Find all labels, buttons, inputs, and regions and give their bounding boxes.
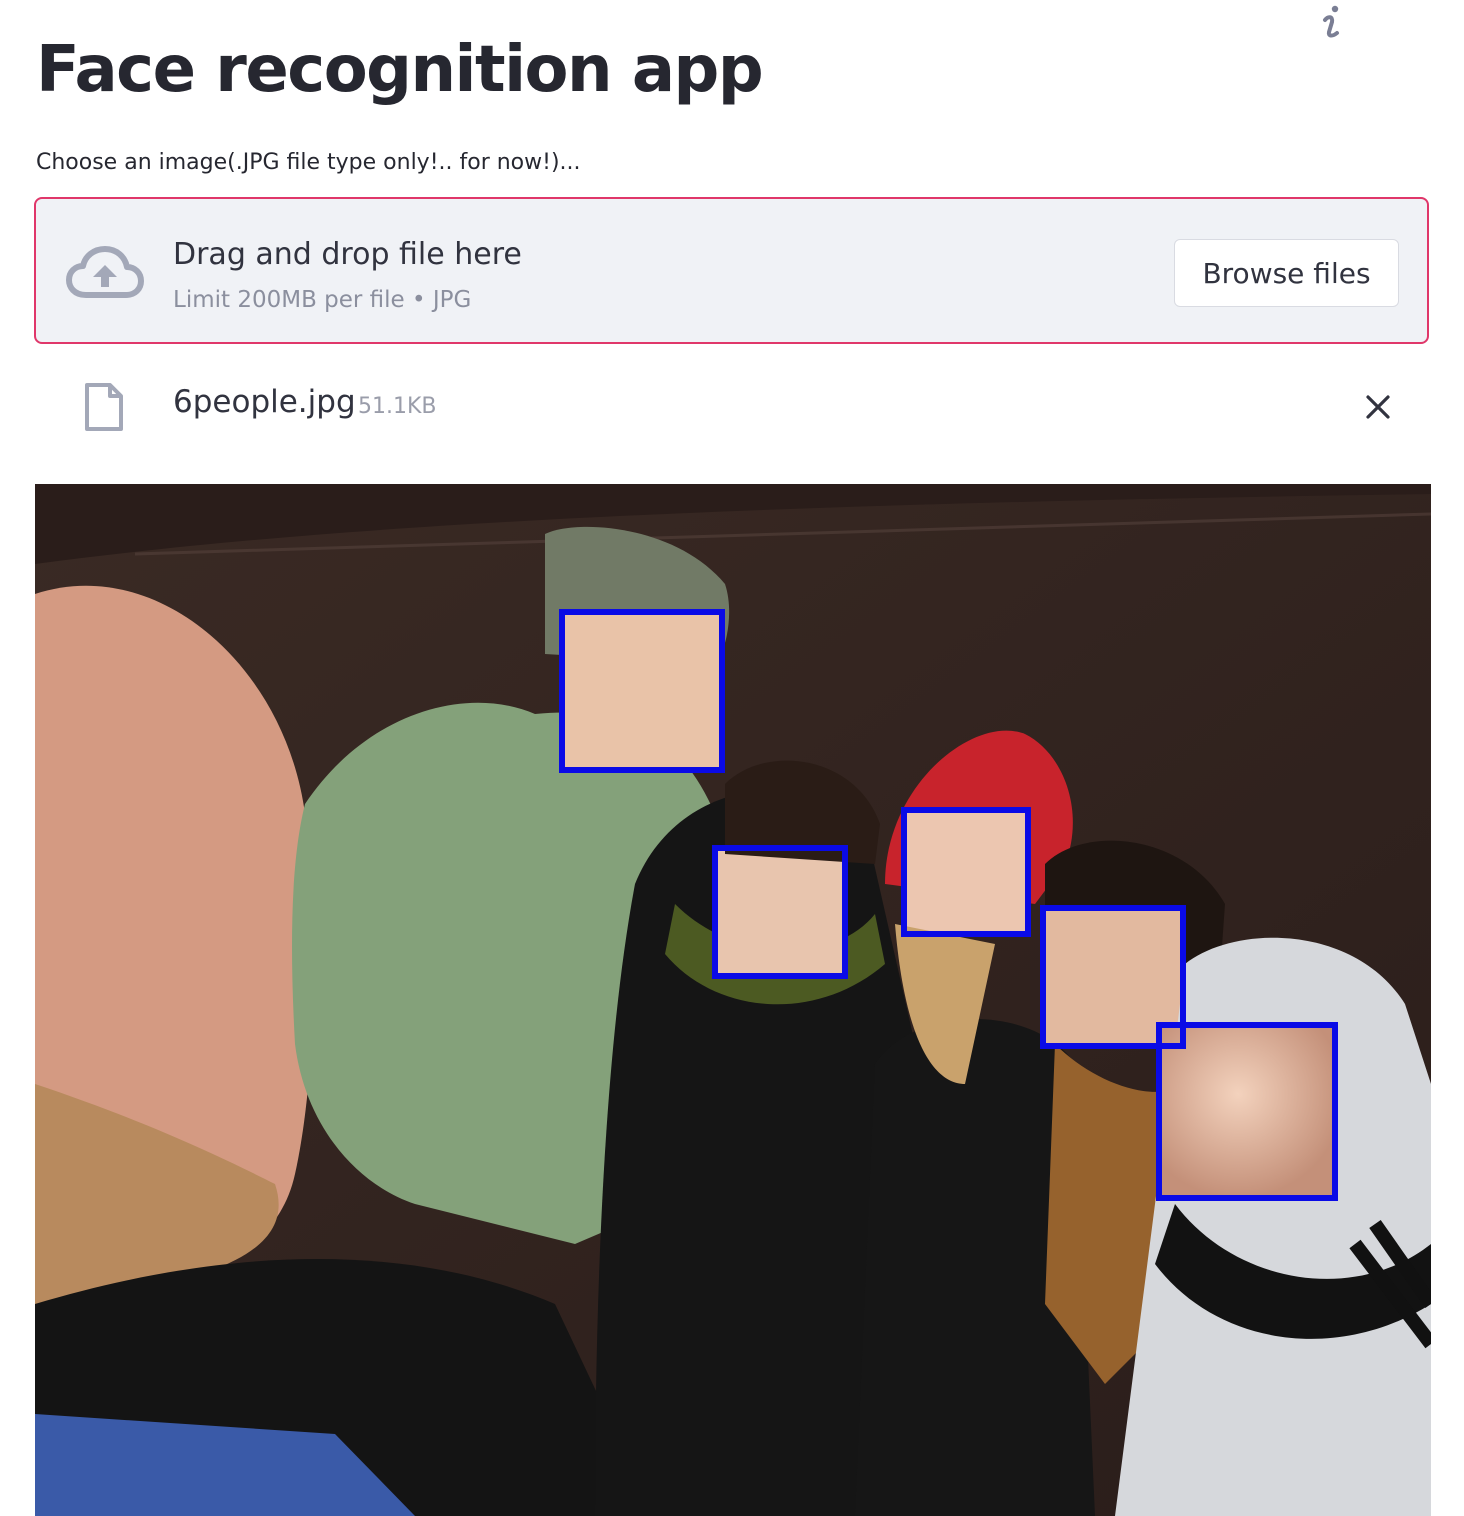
file-dropzone[interactable]: Drag and drop file here Limit 200MB per … [34, 197, 1429, 344]
file-name: 6people.jpg [173, 384, 356, 420]
dropzone-subtitle: Limit 200MB per file • JPG [173, 287, 472, 313]
uploaded-file-row: 6people.jpg 51.1KB [36, 370, 1431, 442]
page-title: Face recognition app [36, 33, 764, 107]
file-icon [85, 383, 123, 431]
info-icon[interactable] [1318, 2, 1346, 42]
result-photo [35, 484, 1431, 1516]
dropzone-title: Drag and drop file here [173, 237, 522, 272]
browse-files-button[interactable]: Browse files [1174, 239, 1399, 307]
group-photo-illustration [35, 484, 1431, 1516]
close-icon[interactable] [1361, 390, 1395, 424]
cloud-upload-icon [66, 246, 144, 298]
uploader-label: Choose an image(.JPG file type only!.. f… [36, 150, 581, 175]
file-size: 51.1KB [358, 394, 437, 419]
